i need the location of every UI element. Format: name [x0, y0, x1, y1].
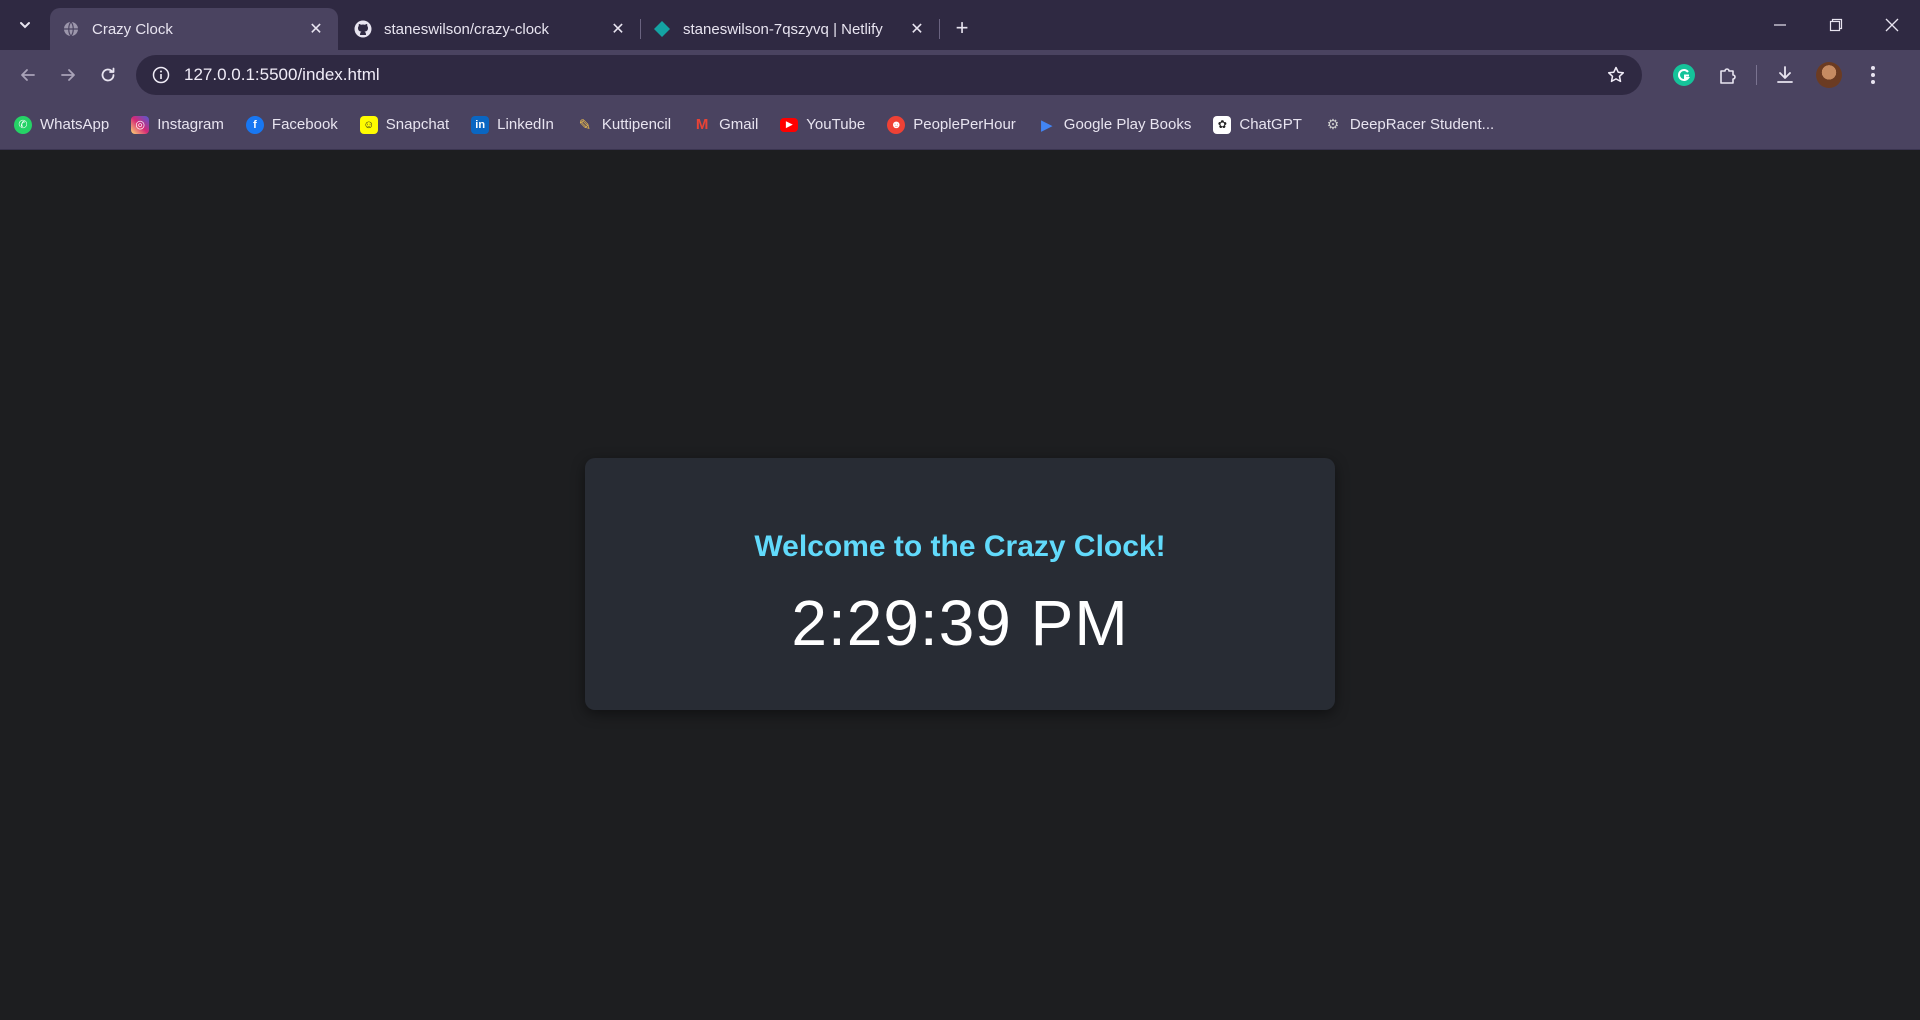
forward-arrow-icon — [61, 69, 75, 81]
tab-strip: Crazy Clock ✕ staneswilson/crazy-clock ✕… — [0, 0, 1920, 50]
back-arrow-icon — [21, 69, 35, 81]
tab-netlify[interactable]: staneswilson-7qszyvq | Netlify ✕ — [641, 8, 939, 50]
facebook-icon: f — [245, 115, 264, 134]
tab-title: staneswilson-7qszyvq | Netlify — [683, 20, 883, 38]
puzzle-icon — [1720, 68, 1736, 84]
bookmark-gmail[interactable]: M Gmail — [693, 116, 758, 134]
tab-separator — [939, 19, 940, 39]
window-controls — [1752, 0, 1920, 50]
new-tab-button[interactable]: + — [946, 12, 978, 44]
toolbar-actions — [1662, 57, 1895, 93]
play-books-icon: ▶ — [1041, 116, 1053, 134]
bookmark-label: LinkedIn — [497, 116, 554, 133]
whatsapp-icon: ✆ — [14, 115, 32, 134]
bookmark-instagram[interactable]: ◎ Instagram — [131, 115, 224, 134]
page-heading: Welcome to the Crazy Clock! — [754, 530, 1166, 563]
bookmark-linkedin[interactable]: in LinkedIn — [471, 115, 554, 134]
bookmark-label: Google Play Books — [1063, 116, 1192, 133]
minimize-button[interactable] — [1752, 0, 1808, 50]
forward-button[interactable] — [48, 57, 88, 93]
url-text[interactable]: 127.0.0.1:5500/index.html — [184, 65, 1602, 85]
more-vertical-icon — [1871, 66, 1875, 84]
clock-time: 2:29:39 PM — [791, 587, 1129, 659]
linkedin-icon: in — [471, 115, 490, 134]
bookmark-label: PeoplePerHour — [913, 116, 1016, 133]
peopleperhour-icon: ☻ — [887, 115, 906, 134]
grammarly-button[interactable] — [1662, 57, 1706, 93]
address-bar[interactable]: 127.0.0.1:5500/index.html — [136, 55, 1642, 95]
tab-title: Crazy Clock — [92, 20, 173, 38]
toolbar: 127.0.0.1:5500/index.html — [0, 50, 1920, 100]
clock-card: Welcome to the Crazy Clock! 2:29:39 PM — [585, 458, 1335, 710]
downloads-button[interactable] — [1763, 57, 1807, 93]
bookmark-label: Facebook — [271, 116, 338, 133]
bookmark-chatgpt[interactable]: ✿ ChatGPT — [1213, 115, 1302, 134]
toolbar-separator — [1756, 65, 1757, 85]
reload-icon — [101, 67, 115, 82]
snapchat-icon: ☺ — [359, 115, 378, 134]
avatar — [1816, 62, 1842, 88]
chevron-down-icon — [20, 22, 30, 29]
browser-chrome: Crazy Clock ✕ staneswilson/crazy-clock ✕… — [0, 0, 1920, 150]
bookmark-peopleperhour[interactable]: ☻ PeoplePerHour — [887, 115, 1016, 134]
globe-icon — [62, 20, 80, 38]
bookmark-snapchat[interactable]: ☺ Snapchat — [359, 115, 450, 134]
chatgpt-icon: ✿ — [1213, 115, 1232, 134]
github-icon — [354, 20, 372, 38]
bookmark-label: Snapchat — [385, 116, 450, 133]
bookmark-google-play-books[interactable]: ▶ Google Play Books — [1038, 116, 1192, 134]
close-icon[interactable]: ✕ — [608, 19, 628, 39]
bookmark-label: WhatsApp — [40, 116, 110, 133]
close-window-button[interactable] — [1864, 0, 1920, 50]
minimize-icon — [1774, 24, 1786, 26]
profile-button[interactable] — [1807, 57, 1851, 93]
menu-button[interactable] — [1851, 57, 1895, 93]
star-icon[interactable] — [1602, 61, 1630, 89]
netlify-icon — [653, 20, 671, 38]
bookmark-youtube[interactable]: ▶ YouTube — [780, 116, 865, 133]
page-viewport: Welcome to the Crazy Clock! 2:29:39 PM — [0, 150, 1920, 1019]
close-icon — [1885, 18, 1899, 32]
bookmark-label: Gmail — [719, 116, 759, 133]
bookmark-kuttipencil[interactable]: ✎ Kuttipencil — [576, 116, 672, 134]
bookmark-label: Instagram — [157, 116, 224, 133]
tab-crazy-clock[interactable]: Crazy Clock ✕ — [50, 8, 338, 50]
gmail-icon: M — [695, 116, 709, 133]
bookmark-facebook[interactable]: f Facebook — [245, 115, 338, 134]
tab-github[interactable]: staneswilson/crazy-clock ✕ — [342, 8, 640, 50]
tab-search-button[interactable] — [8, 8, 42, 42]
tab-title: staneswilson/crazy-clock — [384, 20, 550, 38]
back-button[interactable] — [8, 57, 48, 93]
close-icon[interactable]: ✕ — [907, 19, 927, 39]
reload-button[interactable] — [88, 57, 128, 93]
instagram-icon: ◎ — [131, 115, 150, 134]
bookmark-label: DeepRacer Student... — [1349, 116, 1495, 133]
plus-icon: + — [955, 15, 969, 40]
bookmark-deepracer[interactable]: ⚙ DeepRacer Student... — [1324, 116, 1495, 134]
bookmarks-bar: ✆ WhatsApp ◎ Instagram f Facebook ☺ Snap… — [0, 100, 1920, 150]
pencil-icon: ✎ — [578, 116, 592, 134]
download-icon — [1777, 66, 1793, 83]
grammarly-icon — [1673, 64, 1695, 86]
bookmark-label: ChatGPT — [1239, 116, 1302, 133]
site-info-icon[interactable] — [148, 62, 174, 88]
close-icon[interactable]: ✕ — [306, 19, 326, 39]
bookmark-label: YouTube — [806, 116, 866, 133]
youtube-icon: ▶ — [780, 117, 799, 132]
bookmark-label: Kuttipencil — [601, 116, 672, 133]
extensions-button[interactable] — [1706, 57, 1750, 93]
restore-icon — [1829, 18, 1843, 32]
deepracer-icon: ⚙ — [1326, 116, 1340, 132]
restore-button[interactable] — [1808, 0, 1864, 50]
bookmark-whatsapp[interactable]: ✆ WhatsApp — [14, 115, 110, 134]
